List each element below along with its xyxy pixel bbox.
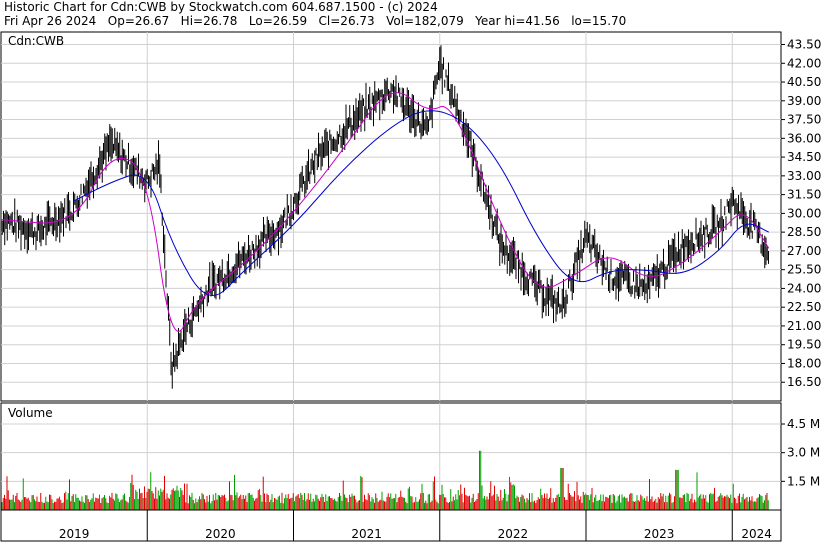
volume-tick-label: 4.5 M — [787, 417, 820, 431]
price-tick-label: 36.00 — [787, 131, 821, 145]
year-label: 2021 — [351, 527, 382, 541]
price-tick-label: 42.00 — [787, 56, 821, 70]
volume-panel-title: Volume — [8, 406, 53, 420]
price-tick-label: 16.50 — [787, 375, 821, 389]
price-tick-label: 40.50 — [787, 75, 821, 89]
year-label: 2024 — [741, 527, 772, 541]
price-tick-label: 31.50 — [787, 188, 821, 202]
price-tick-label: 19.50 — [787, 338, 821, 352]
price-tick-label: 43.50 — [787, 38, 821, 52]
price-tick-label: 37.50 — [787, 113, 821, 127]
year-label: 2020 — [205, 527, 236, 541]
volume-axis: 1.5 M 3.0 M 4.5 M — [781, 417, 820, 488]
year-label: 2023 — [644, 527, 675, 541]
price-panel-title: Cdn:CWB — [8, 34, 64, 48]
stock-chart: 16.50 18.00 19.50 21.00 22.50 24.00 25.50 27.00… — [0, 31, 821, 542]
year-label: 2022 — [498, 527, 529, 541]
price-tick-label: 25.50 — [787, 263, 821, 277]
price-tick-label: 30.00 — [787, 206, 821, 220]
price-tick-label: 18.00 — [787, 356, 821, 370]
price-tick-label: 24.00 — [787, 281, 821, 295]
year-label: 2019 — [59, 527, 90, 541]
price-tick-label: 22.50 — [787, 300, 821, 314]
price-tick-label: 39.00 — [787, 94, 821, 108]
price-tick-label: 28.50 — [787, 225, 821, 239]
price-tick-label: 27.00 — [787, 244, 821, 258]
price-axis: 16.50 18.00 19.50 21.00 22.50 24.00 25.50 27.00… — [781, 38, 821, 389]
volume-tick-label: 3.0 M — [787, 446, 820, 460]
volume-tick-label: 1.5 M — [787, 474, 820, 488]
price-tick-label: 33.00 — [787, 169, 821, 183]
price-tick-label: 34.50 — [787, 150, 821, 164]
price-tick-label: 21.00 — [787, 319, 821, 333]
